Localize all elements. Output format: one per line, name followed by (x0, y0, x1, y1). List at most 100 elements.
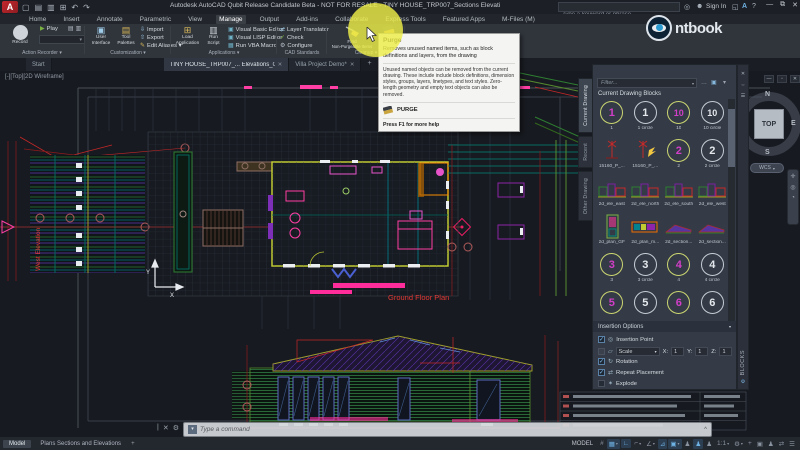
scale-y-field[interactable]: 1 (695, 347, 708, 356)
block-item-1-circle[interactable]: 11 circle (629, 99, 663, 137)
block-item-2d-ele-north[interactable]: 2d_ele_north (629, 175, 663, 213)
status-annotation-scale-caret[interactable]: ▾ (727, 441, 729, 446)
status-annotation-autoscale[interactable]: ♟ (704, 439, 714, 449)
new-file-icon[interactable]: ▢ (22, 3, 30, 12)
ribbon-tab-add-ins[interactable]: Add-ins (293, 15, 321, 24)
play-button[interactable]: ▶ Play ▤ ▥ (40, 25, 81, 32)
new-drawing-tab-button[interactable]: + (367, 60, 371, 71)
ribbon-tab-parametric[interactable]: Parametric (137, 15, 174, 24)
status-polar-tracking[interactable]: ∠▾ (644, 439, 657, 449)
collapse-caret-icon[interactable]: ▾ (729, 324, 731, 329)
block-item-15160-p-[interactable]: 15160_P_... (595, 137, 629, 175)
palette-properties-icon[interactable]: ☰ (741, 93, 745, 99)
ribbon-tab-home[interactable]: Home (26, 15, 49, 24)
ribbon-tab-annotate[interactable]: Annotate (94, 15, 126, 24)
ribbon-tab-view[interactable]: View (185, 15, 205, 24)
blocks-filter-box[interactable]: ▾ (597, 78, 697, 88)
status-snap-mode-caret[interactable]: ▾ (616, 441, 618, 446)
status-customization-menu[interactable]: ☰ (787, 439, 797, 449)
block-item-2d-section-[interactable]: 2d_section... (662, 213, 696, 251)
insertion-point-checkbox[interactable]: ✓ (598, 336, 605, 343)
save-icon[interactable]: ▥ (47, 3, 55, 12)
tool-palettes-button[interactable]: ▤ Tool Palettes (114, 25, 138, 46)
autodesk-account-icon[interactable]: A (742, 3, 747, 10)
status-hardware-acceleration[interactable]: ▣ (755, 439, 765, 449)
panel-label-customization[interactable]: Customization ▾ (86, 50, 170, 56)
status-annotation-visibility[interactable]: ♟ (693, 439, 703, 449)
orbit-icon[interactable]: ◔ (791, 195, 795, 201)
save-macro-icon[interactable]: ▥ (76, 25, 82, 32)
status-osnap-tracking[interactable]: ⊿ (658, 439, 667, 449)
palette-autohide-icon[interactable]: ⇔ (741, 82, 746, 88)
status-snap-mode[interactable]: ▦▾ (607, 439, 620, 449)
user-interface-button[interactable]: ▣ User Interface (88, 25, 114, 46)
status-workspace-switching[interactable]: ⚙▾ (732, 439, 745, 449)
filter-dropdown-caret[interactable]: ▾ (692, 81, 696, 86)
action-macro-dropdown[interactable]: ▾ (39, 35, 85, 44)
close-tab-icon[interactable]: ✕ (350, 62, 355, 68)
panel-label-action-recorder[interactable]: Action Recorder ▾ (0, 50, 84, 56)
zoom-icon[interactable]: ◎ (790, 184, 795, 191)
block-item-2d-section-[interactable]: 2d_section... (696, 213, 730, 251)
user-icon[interactable]: ☻ (696, 3, 703, 10)
command-line-bar[interactable]: ▾ ^ (183, 422, 712, 437)
open-macro-icon[interactable]: ▤ (68, 25, 74, 32)
palette-gear-icon[interactable]: ⚙ (741, 379, 745, 385)
rotation-option[interactable]: ✓ ↻ Rotation (598, 358, 638, 365)
minimize-button[interactable]: — (766, 1, 773, 9)
model-space-toggle[interactable]: MODEL (572, 441, 593, 447)
command-close-icon[interactable]: ✕ (163, 424, 169, 432)
scale-dropdown[interactable]: Scale▾ (616, 347, 660, 356)
command-input[interactable] (200, 426, 701, 433)
sign-in-button[interactable]: Sign In (706, 3, 726, 10)
search-icon[interactable]: ◎ (684, 3, 690, 11)
status-object-snap-caret[interactable]: ▾ (678, 441, 680, 446)
plot-icon[interactable]: ⊞ (60, 3, 67, 12)
explode-option[interactable]: ✓ ✶ Explode (598, 380, 637, 387)
viewport-controls-label[interactable]: [-][Top][2D Wireframe] (5, 74, 64, 80)
command-customize-icon[interactable]: ⚙ (173, 424, 179, 432)
check-button[interactable]: ✓Check (280, 34, 329, 41)
more-options-icon[interactable]: … (701, 78, 707, 88)
file-tab-villa[interactable]: Villa Project Demo*✕ (289, 58, 361, 71)
undo-icon[interactable]: ↶ (71, 3, 78, 12)
close-tab-icon[interactable]: ✕ (278, 62, 283, 68)
doc-close-button[interactable]: ✕ (790, 75, 800, 83)
viewcube-east[interactable]: E (791, 120, 796, 127)
store-cart-icon[interactable]: ◱ (732, 3, 739, 11)
status-object-snap[interactable]: ▣▾ (668, 439, 681, 449)
help-search-box[interactable] (558, 2, 680, 12)
insertion-point-option[interactable]: ✓ ◎ Insertion Point (598, 336, 653, 343)
close-button[interactable]: ✕ (792, 1, 798, 9)
block-item-2d-plan-gf[interactable]: 2d_plan_GF (595, 213, 629, 251)
layout-tab-plans-sections[interactable]: Plans Sections and Elevations (34, 440, 127, 448)
status-annotation-scale[interactable]: 1:1▾ (715, 439, 731, 448)
status-grid-display[interactable]: # (598, 439, 606, 448)
palette-scrollbar-thumb[interactable] (728, 109, 735, 167)
viewcube-south[interactable]: S (765, 149, 770, 156)
wcs-dropdown[interactable]: WCS▾ (750, 163, 784, 173)
block-item-2[interactable]: 22 (662, 137, 696, 175)
status-annotation-monitor[interactable]: ♟ (683, 439, 693, 449)
view-options-caret[interactable]: ▾ (723, 78, 726, 88)
blocks-filter-input[interactable] (598, 80, 692, 86)
block-item-4[interactable]: 44 (662, 251, 696, 289)
repeat-placement-option[interactable]: ✓ ⇄ Repeat Placement (598, 369, 664, 376)
doc-restore-button[interactable]: ▫ (777, 75, 787, 83)
scale-x-field[interactable]: 1 (671, 347, 684, 356)
rotation-checkbox[interactable]: ✓ (598, 358, 605, 365)
layer-translator-button[interactable]: ⇄Layer Translator (280, 26, 329, 33)
redo-icon[interactable]: ↷ (83, 3, 90, 12)
insertion-options-header[interactable]: Insertion Options▾ (593, 321, 736, 332)
block-item-1[interactable]: 11 (595, 99, 629, 137)
configure-button[interactable]: ⚙Configure (280, 42, 329, 49)
panel-label-applications[interactable]: Applications ▾ (172, 50, 276, 56)
status-workspace-switching-caret[interactable]: ▾ (741, 441, 743, 446)
scale-option[interactable]: ▱ Scale▾ X:1 Y:1 Z:1 (598, 347, 732, 356)
status-ortho-mode-caret[interactable]: ▾ (639, 441, 641, 446)
help-icon[interactable]: ? (752, 3, 756, 10)
block-item-15160-p-[interactable]: 15160_P_... (629, 137, 663, 175)
pan-icon[interactable]: ✛ (790, 173, 795, 180)
status-dynamic-input[interactable]: ∟ (621, 439, 631, 448)
ribbon-tab-insert[interactable]: Insert (60, 15, 82, 24)
